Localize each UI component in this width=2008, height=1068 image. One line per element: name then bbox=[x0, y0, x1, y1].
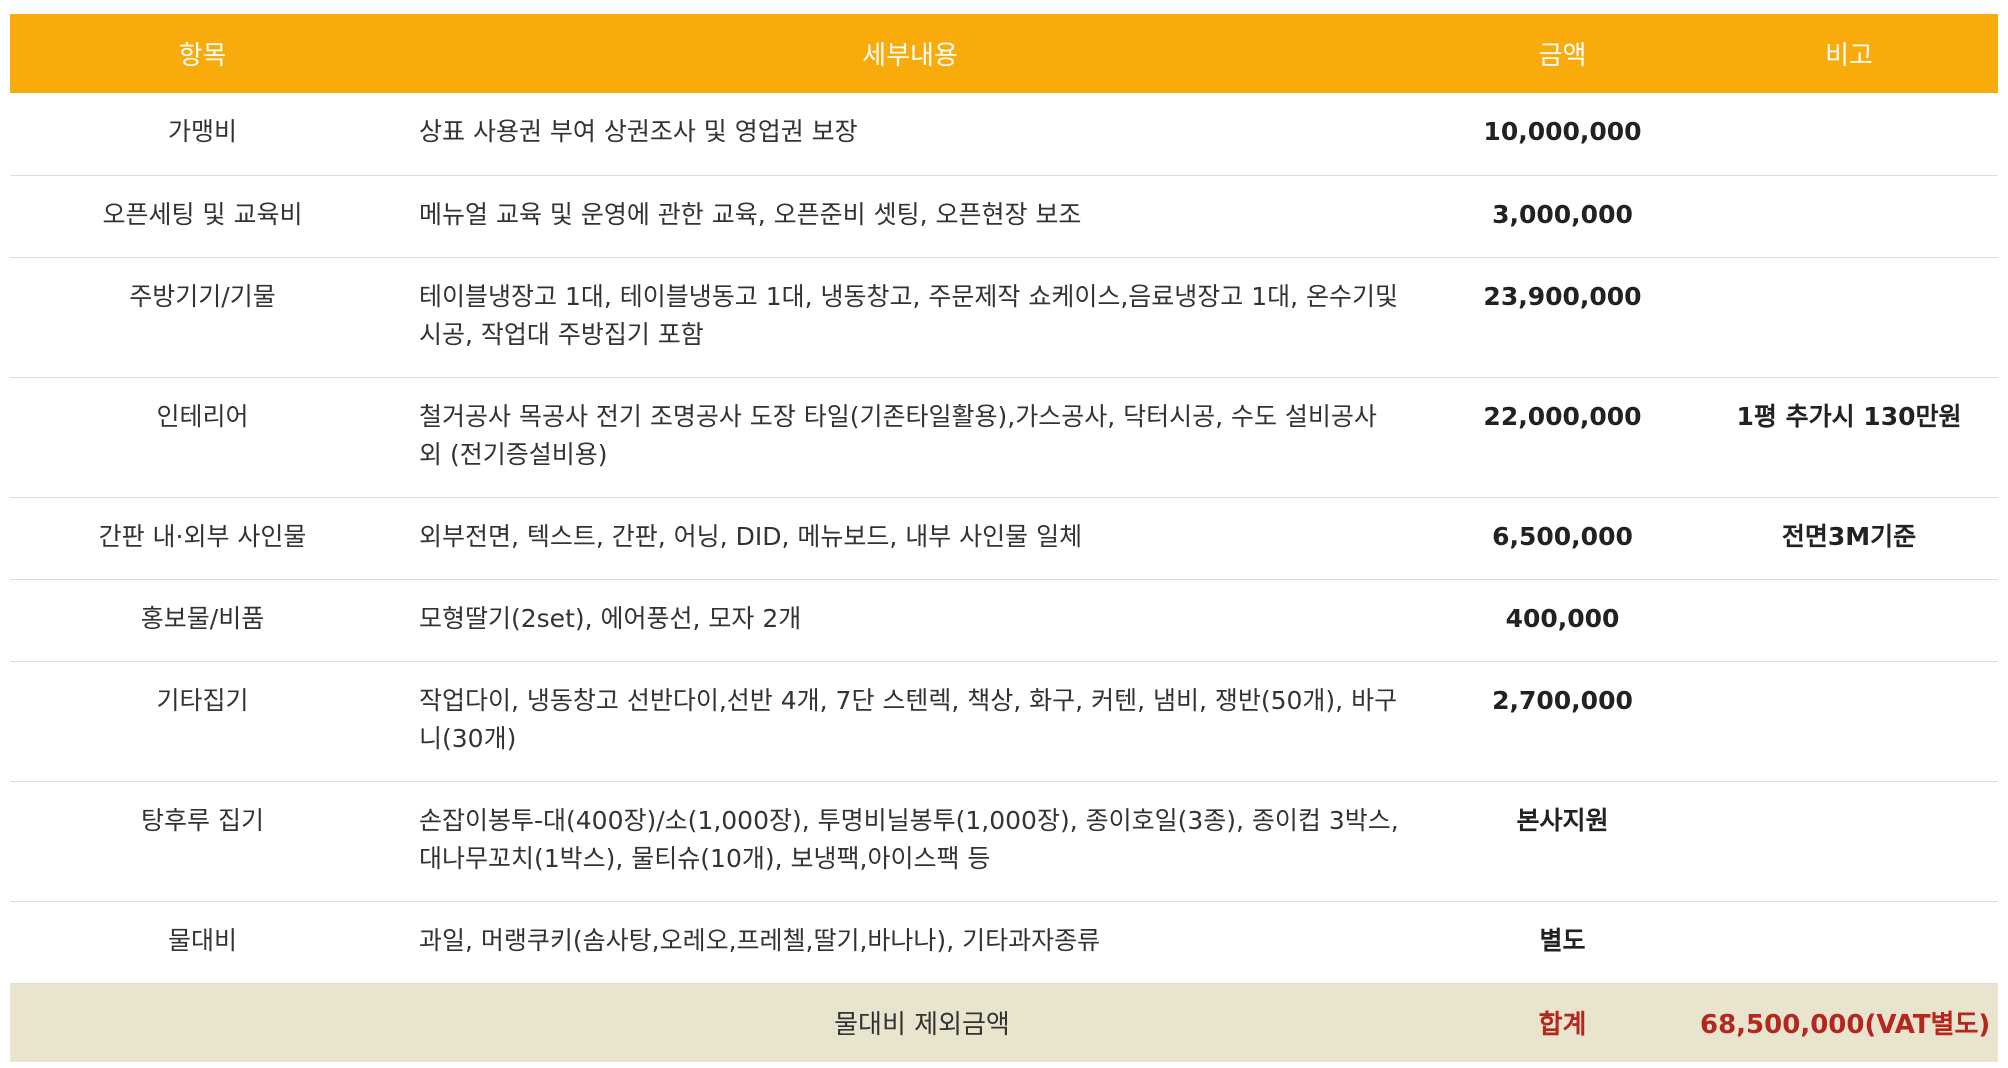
header-row: 항목 세부내용 금액 비고 bbox=[10, 14, 1998, 93]
header-amount: 금액 bbox=[1425, 14, 1700, 93]
table-row: 간판 내·외부 사인물 외부전면, 텍스트, 간판, 어닝, DID, 메뉴보드… bbox=[10, 497, 1998, 580]
row-detail: 작업다이, 냉동창고 선반다이,선반 4개, 7단 스텐렉, 책상, 화구, 커… bbox=[395, 661, 1425, 782]
row-amount: 22,000,000 bbox=[1425, 377, 1700, 498]
row-detail: 상표 사용권 부여 상권조사 및 영업권 보장 bbox=[395, 93, 1425, 176]
table-row: 탕후루 집기 손잡이봉투-대(400장)/소(1,000장), 투명비닐봉투(1… bbox=[10, 781, 1998, 902]
cost-table-container: 항목 세부내용 금액 비고 가맹비 상표 사용권 부여 상권조사 및 영업권 보… bbox=[10, 14, 1998, 1062]
row-note: 전면3M기준 bbox=[1700, 497, 1998, 580]
row-note bbox=[1700, 901, 1998, 984]
row-amount: 400,000 bbox=[1425, 579, 1700, 662]
row-detail: 손잡이봉투-대(400장)/소(1,000장), 투명비닐봉투(1,000장),… bbox=[395, 781, 1425, 902]
table-row: 오픈세팅 및 교육비 메뉴얼 교육 및 운영에 관한 교육, 오픈준비 셋팅, … bbox=[10, 175, 1998, 258]
row-note bbox=[1700, 579, 1998, 662]
row-amount: 10,000,000 bbox=[1425, 93, 1700, 176]
table-row: 물대비 과일, 머랭쿠키(솜사탕,오레오,프레첼,딸기,바나나), 기타과자종류… bbox=[10, 901, 1998, 984]
row-amount: 별도 bbox=[1425, 901, 1700, 984]
row-amount: 23,900,000 bbox=[1425, 257, 1700, 378]
table-row: 가맹비 상표 사용권 부여 상권조사 및 영업권 보장 10,000,000 bbox=[10, 93, 1998, 176]
row-item: 홍보물/비품 bbox=[10, 579, 395, 662]
total-row: 물대비 제외금액 합계 68,500,000(VAT별도) bbox=[10, 983, 1998, 1062]
row-item: 간판 내·외부 사인물 bbox=[10, 497, 395, 580]
row-detail: 메뉴얼 교육 및 운영에 관한 교육, 오픈준비 셋팅, 오픈현장 보조 bbox=[395, 175, 1425, 258]
row-amount: 2,700,000 bbox=[1425, 661, 1700, 782]
total-label: 합계 bbox=[1538, 1010, 1587, 1041]
row-note bbox=[1700, 661, 1998, 782]
row-amount: 3,000,000 bbox=[1425, 175, 1700, 258]
total-description: 물대비 제외금액 bbox=[834, 1010, 1010, 1041]
table-row: 주방기기/기물 테이블냉장고 1대, 테이블냉동고 1대, 냉동창고, 주문제작… bbox=[10, 257, 1998, 378]
row-detail: 모형딸기(2set), 에어풍선, 모자 2개 bbox=[395, 579, 1425, 662]
table-body: 가맹비 상표 사용권 부여 상권조사 및 영업권 보장 10,000,000 오… bbox=[10, 93, 1998, 984]
row-item: 주방기기/기물 bbox=[10, 257, 395, 378]
row-detail: 외부전면, 텍스트, 간판, 어닝, DID, 메뉴보드, 내부 사인물 일체 bbox=[395, 497, 1425, 580]
row-item: 탕후루 집기 bbox=[10, 781, 395, 902]
row-item: 물대비 bbox=[10, 901, 395, 984]
row-item: 오픈세팅 및 교육비 bbox=[10, 175, 395, 258]
row-item: 인테리어 bbox=[10, 377, 395, 498]
row-amount: 본사지원 bbox=[1425, 781, 1700, 902]
row-item: 기타집기 bbox=[10, 661, 395, 782]
row-note bbox=[1700, 175, 1998, 258]
table-header: 항목 세부내용 금액 비고 bbox=[10, 14, 1998, 93]
franchise-cost-table: 항목 세부내용 금액 비고 가맹비 상표 사용권 부여 상권조사 및 영업권 보… bbox=[10, 14, 1998, 1062]
row-note bbox=[1700, 781, 1998, 902]
table-row: 기타집기 작업다이, 냉동창고 선반다이,선반 4개, 7단 스텐렉, 책상, … bbox=[10, 661, 1998, 782]
row-amount: 6,500,000 bbox=[1425, 497, 1700, 580]
total-value: 68,500,000(VAT별도) bbox=[1700, 1010, 1991, 1041]
row-detail: 과일, 머랭쿠키(솜사탕,오레오,프레첼,딸기,바나나), 기타과자종류 bbox=[395, 901, 1425, 984]
table-row: 인테리어 철거공사 목공사 전기 조명공사 도장 타일(기존타일활용),가스공사… bbox=[10, 377, 1998, 498]
total-spacer bbox=[10, 983, 395, 1062]
header-detail: 세부내용 bbox=[395, 14, 1425, 93]
header-note: 비고 bbox=[1700, 14, 1998, 93]
table-row: 홍보물/비품 모형딸기(2set), 에어풍선, 모자 2개 400,000 bbox=[10, 579, 1998, 662]
row-detail: 철거공사 목공사 전기 조명공사 도장 타일(기존타일활용),가스공사, 닥터시… bbox=[395, 377, 1425, 498]
row-note bbox=[1700, 257, 1998, 378]
table-footer: 물대비 제외금액 합계 68,500,000(VAT별도) bbox=[10, 983, 1998, 1062]
row-detail: 테이블냉장고 1대, 테이블냉동고 1대, 냉동창고, 주문제작 쇼케이스,음료… bbox=[395, 257, 1425, 378]
row-note: 1평 추가시 130만원 bbox=[1700, 377, 1998, 498]
row-item: 가맹비 bbox=[10, 93, 395, 176]
header-item: 항목 bbox=[10, 14, 395, 93]
row-note bbox=[1700, 93, 1998, 176]
